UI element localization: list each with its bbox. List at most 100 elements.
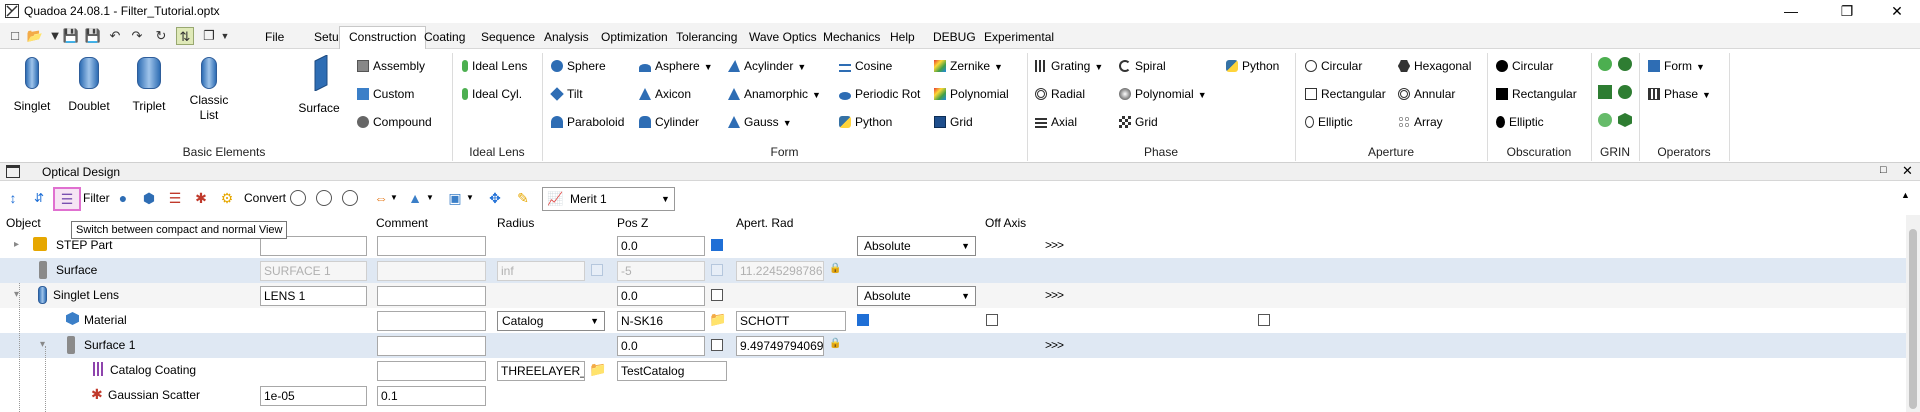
tab-analysis[interactable]: Analysis <box>535 27 598 49</box>
scatter-param-field[interactable]: 0.1 <box>377 386 486 406</box>
tree-expander-icon[interactable]: ▸ <box>14 239 19 250</box>
pos-z-field[interactable]: 0.0 <box>617 236 705 256</box>
acylinder-button[interactable]: Acylinder ▼ <box>728 57 806 75</box>
obscuration-circular-button[interactable]: Circular <box>1496 57 1553 75</box>
assembly-button[interactable]: Assembly <box>357 57 425 75</box>
insert-element-icon[interactable]: ⇔ <box>372 189 390 207</box>
open-file-icon[interactable]: 📂 <box>26 27 44 45</box>
ideal-lens-button[interactable]: Ideal Lens <box>462 57 527 75</box>
anamorphic-button[interactable]: Anamorphic ▼ <box>728 85 821 103</box>
material-source-select[interactable]: Catalog ▼ <box>497 311 605 331</box>
zernike-dropdown-icon[interactable]: ▼ <box>994 62 1003 72</box>
name-field[interactable]: LENS 1 <box>260 286 367 306</box>
operator-phase-dropdown-icon[interactable]: ▼ <box>1702 90 1711 100</box>
tab-help[interactable]: Help <box>881 27 924 49</box>
classic-list-button[interactable]: Classic List <box>184 55 234 123</box>
col-off-axis[interactable]: Off Axis <box>985 216 1026 230</box>
grin-radial-icon[interactable] <box>1598 57 1612 71</box>
gauss-button[interactable]: Gauss ▼ <box>728 113 792 131</box>
paraboloid-button[interactable]: Paraboloid <box>551 113 624 131</box>
asphere-button[interactable]: Asphere ▼ <box>639 57 713 75</box>
table-row[interactable]: Catalog Coating THREELAYER_EX 📁 TestCata… <box>0 358 1906 383</box>
radial-button[interactable]: Radial <box>1035 85 1085 103</box>
spiral-button[interactable]: Spiral <box>1119 57 1166 75</box>
pos-z-variable-checkbox[interactable] <box>711 264 723 276</box>
table-row[interactable]: ▾ Singlet Lens LENS 1 0.0 Absolute ▼ >>> <box>0 283 1906 308</box>
filter-material-icon[interactable]: ⬢ <box>140 189 158 207</box>
ideal-cyl-button[interactable]: Ideal Cyl. <box>462 85 522 103</box>
grin-cube-icon[interactable] <box>1618 113 1632 127</box>
save-icon[interactable]: 💾 <box>62 27 80 45</box>
collapse-all-icon[interactable]: ⇵ <box>30 189 48 207</box>
table-row[interactable]: ✱ Gaussian Scatter 1e-05 0.1 <box>0 383 1906 408</box>
tilt-button[interactable]: Tilt <box>550 85 583 103</box>
radius-variable-checkbox[interactable] <box>591 264 603 276</box>
convert-surface-icon[interactable] <box>342 190 358 206</box>
tab-wave-optics[interactable]: Wave Optics <box>740 27 826 49</box>
apert-rad-field[interactable]: 9.49749794069 <box>736 336 824 356</box>
aperture-array-button[interactable]: Array <box>1398 113 1443 131</box>
col-radius[interactable]: Radius <box>497 216 534 230</box>
comment-field[interactable] <box>377 261 486 281</box>
grid-phase-button[interactable]: Grid <box>1119 113 1158 131</box>
folder-icon[interactable]: 📁 <box>589 361 606 378</box>
close-icon[interactable]: ✕ <box>1874 0 1920 22</box>
gauss-dropdown-icon[interactable]: ▼ <box>783 118 792 128</box>
anamorphic-dropdown-icon[interactable]: ▼ <box>812 90 821 100</box>
merit-select[interactable]: 📈 Merit 1 ▼ <box>542 187 675 211</box>
doublet-button[interactable]: Doublet <box>64 55 114 114</box>
periodic-rot-button[interactable]: Periodic Rot <box>839 85 920 103</box>
restore-icon[interactable]: ❐ <box>1824 0 1870 22</box>
toolbar-overflow-icon[interactable]: ▲ <box>1901 190 1910 200</box>
undo-icon[interactable]: ↶ <box>106 27 124 45</box>
panel-close-icon[interactable]: ✕ <box>1902 163 1913 179</box>
comment-field[interactable] <box>377 311 486 331</box>
axicon-button[interactable]: Axicon <box>639 85 691 103</box>
filter-lens-icon[interactable]: ● <box>114 189 132 207</box>
new-file-icon[interactable]: □ <box>6 27 24 45</box>
tab-coating[interactable]: Coating <box>415 27 474 49</box>
grin-sphere-icon[interactable] <box>1598 113 1612 127</box>
aperture-elliptic-button[interactable]: Elliptic <box>1305 113 1353 131</box>
mirror-dropdown-icon[interactable]: ▼ <box>426 193 434 202</box>
surface-button[interactable]: Surface <box>294 54 344 116</box>
comment-field[interactable] <box>377 236 486 256</box>
sphere-button[interactable]: Sphere <box>551 57 606 75</box>
scrollbar-thumb[interactable] <box>1909 229 1917 409</box>
expand-more-button[interactable]: >>> <box>1045 338 1064 352</box>
compact-view-toggle-icon[interactable]: ☰ <box>53 187 81 211</box>
refresh-icon[interactable]: ↻ <box>152 27 170 45</box>
material-checkbox-1[interactable] <box>857 314 869 326</box>
operator-form-dropdown-icon[interactable]: ▼ <box>1696 62 1705 72</box>
lock-icon[interactable]: 🔒 <box>829 338 841 349</box>
singlet-button[interactable]: Singlet <box>10 55 54 114</box>
save-all-icon[interactable]: 💾 <box>84 27 102 45</box>
cylinder-button[interactable]: Cylinder <box>639 113 699 131</box>
cube-icon[interactable]: ▣ <box>446 189 464 207</box>
operator-form-button[interactable]: Form ▼ <box>1648 57 1705 75</box>
tab-tolerancing[interactable]: Tolerancing <box>667 27 746 49</box>
coating-catalog-field[interactable]: TestCatalog <box>617 361 727 381</box>
redo-icon[interactable]: ↷ <box>128 27 146 45</box>
filter-coating-icon[interactable]: ☰ <box>166 189 184 207</box>
col-apert-rad[interactable]: Apert. Rad <box>736 216 793 230</box>
col-object[interactable]: Object <box>6 216 41 230</box>
grating-button[interactable]: Grating ▼ <box>1035 57 1103 75</box>
cosine-button[interactable]: Cosine <box>839 57 892 75</box>
brush-icon[interactable]: ✎ <box>514 189 532 207</box>
grid-form-button[interactable]: Grid <box>934 113 973 131</box>
axial-button[interactable]: Axial <box>1035 113 1077 131</box>
tab-construction[interactable]: Construction <box>339 26 427 50</box>
pos-z-variable-checkbox[interactable] <box>711 239 723 251</box>
folder-icon[interactable]: 📁 <box>709 311 726 328</box>
obscuration-rectangular-button[interactable]: Rectangular <box>1496 85 1577 103</box>
triplet-button[interactable]: Triplet <box>124 55 174 114</box>
table-row[interactable]: Material Catalog ▼ N-SK16 📁 SCHOTT <box>0 308 1906 333</box>
asphere-dropdown-icon[interactable]: ▼ <box>704 62 713 72</box>
position-mode-select[interactable]: Absolute ▼ <box>857 286 976 306</box>
cube-dropdown-icon[interactable]: ▼ <box>466 193 474 202</box>
acylinder-dropdown-icon[interactable]: ▼ <box>797 62 806 72</box>
glass-field[interactable]: N-SK16 <box>617 311 705 331</box>
grin-lens-r-icon[interactable] <box>1618 85 1632 99</box>
python-form-button[interactable]: Python <box>839 113 892 131</box>
